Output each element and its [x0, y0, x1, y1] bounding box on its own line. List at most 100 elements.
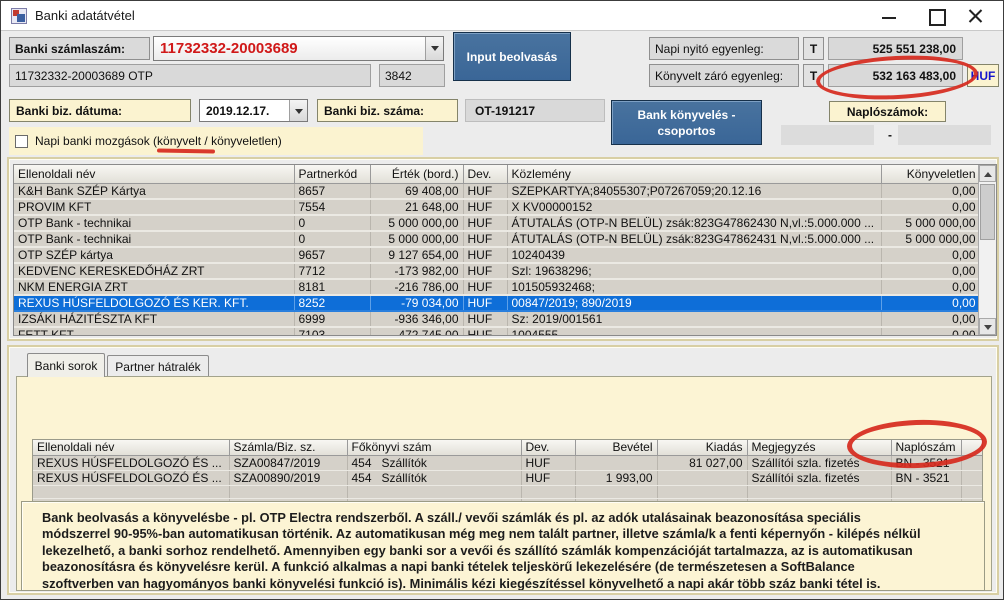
table-cell: ÁTUTALÁS (OTP-N BELÜL) zsák:823G47862431… — [507, 231, 881, 247]
table-row[interactable]: REXUS HÚSFELDOLGOZÓ ÉS ...SZA00890/20194… — [33, 470, 983, 485]
table-row[interactable]: PROVIM KFT755421 648,00HUFX KV000001520,… — [14, 199, 980, 215]
close-icon[interactable] — [959, 5, 991, 27]
table-cell: 00847/2019; 890/2019 — [507, 295, 881, 311]
table-cell: HUF — [463, 279, 507, 295]
table-row[interactable]: K&H Bank SZÉP Kártya865769 408,00HUFSZEP… — [14, 183, 980, 199]
table-cell: 0,00 — [881, 263, 980, 279]
table-cell — [33, 485, 229, 498]
table-row[interactable]: FETT KFT7103472 745,00HUF10045550,00 — [14, 327, 980, 337]
table-cell: 1004555 — [507, 327, 881, 337]
table-row[interactable]: IZSÁKI HÁZITÉSZTA KFT6999-936 346,00HUFS… — [14, 311, 980, 327]
tab-banki-sorok[interactable]: Banki sorok — [27, 353, 105, 377]
account-code-field: 3842 — [379, 64, 445, 87]
scrollbar-thumb[interactable] — [980, 184, 995, 240]
account-number-value: 11732332-20003689 — [154, 40, 425, 57]
table-row[interactable] — [33, 485, 983, 498]
table-row[interactable]: OTP Bank - technikai05 000 000,00HUFÁTUT… — [14, 231, 980, 247]
column-header[interactable]: Naplószám — [891, 440, 961, 455]
bank-konyveles-csoportos-button[interactable]: Bank könyvelés - csoportos — [611, 100, 762, 145]
column-header[interactable]: Megjegyzés — [747, 440, 891, 455]
table-cell: Sz: 2019/001561 — [507, 311, 881, 327]
table-row[interactable]: NKM ENERGIA ZRT8181-216 786,00HUF1015059… — [14, 279, 980, 295]
table-cell: Szl: 19638296; — [507, 263, 881, 279]
scroll-down-icon[interactable] — [979, 318, 996, 335]
table-cell: KEDVENC KERESKEDŐHÁZ ZRT — [14, 263, 294, 279]
table-cell: SZA00847/2019 — [229, 455, 347, 470]
table-cell: REXUS HÚSFELDOLGOZÓ ÉS KER. KFT. — [14, 295, 294, 311]
maximize-icon[interactable] — [919, 5, 951, 27]
closing-balance-label: Könyvelt záró egyenleg: — [649, 64, 799, 87]
column-header[interactable]: Dev. — [463, 165, 507, 183]
table-cell: OTP SZÉP kártya — [14, 247, 294, 263]
table-cell: HUF — [463, 263, 507, 279]
input-beolvasas-button[interactable]: Input beolvasás — [453, 32, 571, 81]
table-cell: IZSÁKI HÁZITÉSZTA KFT — [14, 311, 294, 327]
table-cell: SZEPKARTYA;84055307;P07267059;20.12.16 — [507, 183, 881, 199]
table-cell: 0 — [294, 215, 370, 231]
doc-number-label: Banki biz. száma: — [317, 99, 458, 122]
table-cell: 8252 — [294, 295, 370, 311]
column-header[interactable]: Ellenoldali név — [14, 165, 294, 183]
table-cell: 8657 — [294, 183, 370, 199]
table-row[interactable]: OTP SZÉP kártya96579 127 654,00HUF102404… — [14, 247, 980, 263]
daily-movements-checkbox[interactable] — [15, 135, 28, 148]
table-row[interactable]: REXUS HÚSFELDOLGOZÓ ÉS KER. KFT.8252-79 … — [14, 295, 980, 311]
table-cell: FETT KFT — [14, 327, 294, 337]
opening-balance-value: 525 551 238,00 — [828, 37, 963, 60]
table-row[interactable]: REXUS HÚSFELDOLGOZÓ ÉS ...SZA00847/20194… — [33, 455, 983, 470]
window-title: Banki adatátvétel — [35, 8, 135, 23]
table-cell: -173 982,00 — [370, 263, 463, 279]
table-cell — [347, 485, 521, 498]
column-header[interactable]: Kiadás — [657, 440, 747, 455]
minimize-icon[interactable] — [873, 5, 905, 27]
table-row[interactable]: KEDVENC KERESKEDŐHÁZ ZRT7712-173 982,00H… — [14, 263, 980, 279]
banki-sorok-tab-page: Ellenoldali névSzámla/Biz. sz.Főkönyvi s… — [16, 376, 992, 591]
table-cell: 8181 — [294, 279, 370, 295]
table-cell: HUF — [463, 199, 507, 215]
table-cell — [229, 485, 347, 498]
account-number-label: Banki számlaszám: — [9, 37, 150, 60]
opening-balance-t-button[interactable]: T — [803, 37, 824, 60]
column-header[interactable]: Dev. — [521, 440, 575, 455]
daily-movements-row: Napi banki mozgások (könyvelt / könyvele… — [9, 127, 423, 155]
table-header-row: Ellenoldali névSzámla/Biz. sz.Főkönyvi s… — [33, 440, 983, 455]
table-cell: HUF — [463, 295, 507, 311]
column-header[interactable]: Számla/Biz. sz. — [229, 440, 347, 455]
column-header[interactable]: Partnerkód — [294, 165, 370, 183]
table-cell: -79 034,00 — [370, 295, 463, 311]
tab-partner-hatralek[interactable]: Partner hátralék — [107, 355, 209, 377]
currency-badge: HUF — [967, 64, 999, 87]
scroll-up-icon[interactable] — [979, 165, 996, 182]
table-cell: 1 993,00 — [575, 470, 657, 485]
column-header[interactable] — [961, 440, 983, 455]
chevron-down-icon[interactable] — [425, 37, 443, 60]
transactions-scrollbar[interactable] — [978, 165, 996, 335]
column-header[interactable]: Közlemény — [507, 165, 881, 183]
chevron-down-icon[interactable] — [289, 100, 307, 121]
table-cell: PROVIM KFT — [14, 199, 294, 215]
table-cell: 0,00 — [881, 327, 980, 337]
column-header[interactable]: Ellenoldali név — [33, 440, 229, 455]
column-header[interactable]: Könyveletlen — [881, 165, 980, 183]
table-cell: -936 346,00 — [370, 311, 463, 327]
table-cell: 21 648,00 — [370, 199, 463, 215]
closing-balance-t-button[interactable]: T — [803, 64, 824, 87]
table-row[interactable]: OTP Bank - technikai05 000 000,00HUFÁTUT… — [14, 215, 980, 231]
title-bar: Banki adatátvétel — [1, 1, 1003, 31]
table-cell — [961, 470, 983, 485]
table-cell: -216 786,00 — [370, 279, 463, 295]
table-cell: X KV00000152 — [507, 199, 881, 215]
column-header[interactable]: Érték (bord.) — [370, 165, 463, 183]
account-number-combobox[interactable]: 11732332-20003689 — [153, 36, 444, 61]
doc-number-field: OT-191217 — [465, 99, 605, 122]
table-cell — [961, 485, 983, 498]
doc-date-picker[interactable]: 2019.12.17. — [199, 99, 308, 122]
table-cell — [747, 485, 891, 498]
column-header[interactable]: Bevétel — [575, 440, 657, 455]
table-cell: 7554 — [294, 199, 370, 215]
table-cell: SZA00890/2019 — [229, 470, 347, 485]
table-cell: BN - 3521 — [891, 455, 961, 470]
column-header[interactable]: Főkönyvi szám — [347, 440, 521, 455]
journal-number-to-field — [898, 125, 991, 145]
table-cell: 9657 — [294, 247, 370, 263]
